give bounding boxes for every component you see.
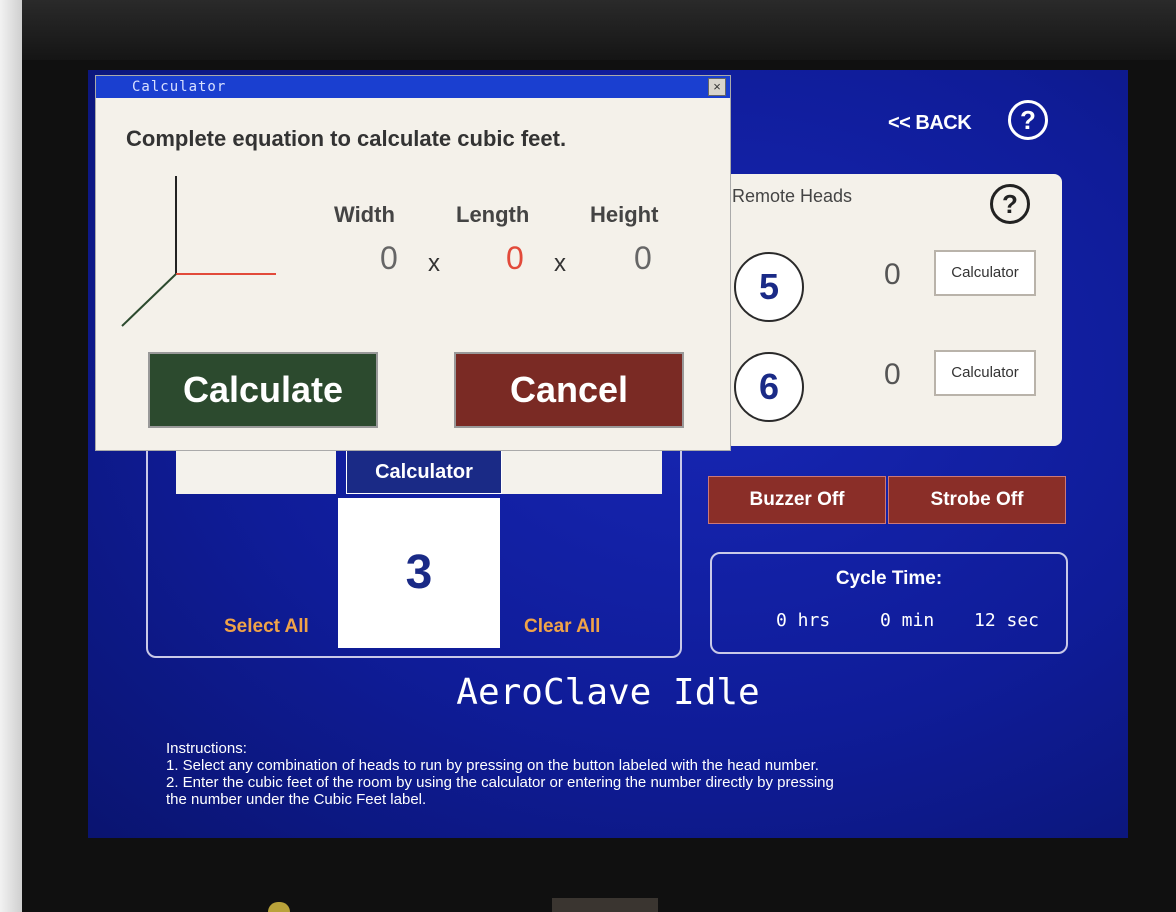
- back-button[interactable]: << BACK: [888, 112, 972, 135]
- remote-heads-title: Remote Heads: [732, 186, 853, 206]
- height-label: Height: [590, 202, 659, 227]
- height-input[interactable]: 0: [634, 240, 652, 277]
- help-button[interactable]: ?: [1008, 100, 1048, 140]
- dialog-close-button[interactable]: ×: [708, 78, 726, 96]
- instructions-heading: Instructions:: [166, 740, 247, 757]
- instructions: Instructions: 1. Select any combination …: [166, 740, 1046, 808]
- dialog-titlebar[interactable]: Calculator ×: [96, 76, 730, 98]
- times-sign-2: x: [554, 250, 566, 277]
- monitor-bezel: [0, 0, 1176, 60]
- status-text: AeroClave Idle: [456, 672, 760, 713]
- head-6-calculator-button[interactable]: Calculator: [934, 350, 1036, 396]
- cycle-time-hours: 0 hrs: [776, 610, 831, 631]
- cycle-time-box: Cycle Time: 0 hrs 0 min 12 sec: [710, 552, 1068, 654]
- cycle-time-minutes: 0 min: [880, 610, 935, 631]
- select-all-button[interactable]: Select All: [224, 616, 309, 638]
- calculate-button[interactable]: Calculate: [148, 352, 378, 428]
- bezel-reflection: [552, 898, 658, 912]
- remote-heads-panel: Remote Heads ? 5 0 Calculator 6 0 Calcul…: [724, 174, 1062, 446]
- buzzer-off-button[interactable]: Buzzer Off: [708, 476, 886, 524]
- head-cell-right[interactable]: [500, 446, 662, 494]
- instructions-line-1: 1. Select any combination of heads to ru…: [166, 757, 819, 774]
- length-label: Length: [456, 202, 530, 227]
- clear-all-button[interactable]: Clear All: [524, 616, 600, 638]
- instructions-line-3: the number under the Cubic Feet label.: [166, 791, 427, 808]
- head-cell-left[interactable]: [176, 446, 336, 494]
- cycle-time-seconds: 12 sec: [974, 610, 1040, 631]
- head-6-cubic-value[interactable]: 0: [884, 358, 901, 392]
- dialog-title: Calculator: [132, 79, 227, 95]
- remote-heads-help-button[interactable]: ?: [990, 184, 1030, 224]
- head-6-button[interactable]: 6: [734, 352, 804, 422]
- head-5-button[interactable]: 5: [734, 252, 804, 322]
- dialog-prompt: Complete equation to calculate cubic fee…: [126, 126, 567, 151]
- calculator-dialog: Calculator × Complete equation to calcul…: [96, 76, 730, 450]
- axes-icon: [121, 176, 276, 327]
- cycle-time-title: Cycle Time:: [835, 568, 943, 589]
- length-input[interactable]: 0: [506, 240, 524, 277]
- cancel-button[interactable]: Cancel: [454, 352, 684, 428]
- power-led: [268, 902, 290, 912]
- screen-glare: [0, 0, 22, 912]
- width-input[interactable]: 0: [380, 240, 398, 277]
- head-5-cubic-value[interactable]: 0: [884, 258, 901, 292]
- instructions-line-2: 2. Enter the cubic feet of the room by u…: [166, 774, 834, 791]
- cubic-feet-value[interactable]: 3: [338, 498, 500, 648]
- strobe-off-button[interactable]: Strobe Off: [888, 476, 1066, 524]
- times-sign-1: x: [428, 250, 440, 277]
- width-label: Width: [334, 202, 395, 227]
- head-5-calculator-button[interactable]: Calculator: [934, 250, 1036, 296]
- main-calculator-button[interactable]: Calculator: [346, 450, 502, 494]
